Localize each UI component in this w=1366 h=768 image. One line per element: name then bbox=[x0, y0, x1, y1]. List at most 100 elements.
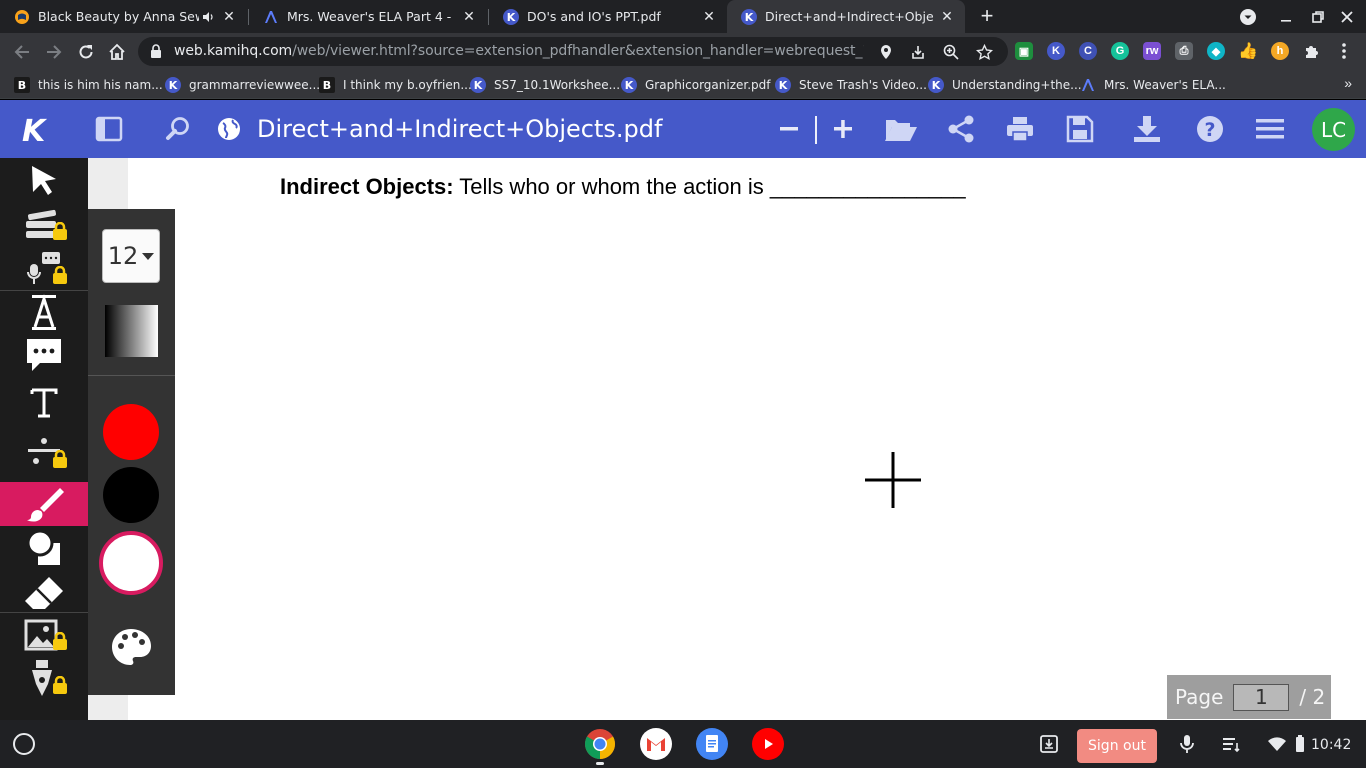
tab-mrs-weaver-ela[interactable]: Mrs. Weaver's ELA Part 4 - Activi ✕ bbox=[249, 0, 487, 33]
back-arrow-icon[interactable] bbox=[9, 39, 35, 65]
tab-title: DO's and IO's PPT.pdf bbox=[527, 9, 661, 24]
pdf-page[interactable] bbox=[128, 158, 1366, 720]
close-tab-icon[interactable]: ✕ bbox=[939, 9, 955, 25]
tab-title: Direct+and+Indirect+Objects.pdf bbox=[765, 9, 933, 24]
launcher-circle-icon[interactable] bbox=[13, 733, 35, 755]
docs-icon[interactable] bbox=[696, 728, 728, 760]
install-app-icon[interactable] bbox=[908, 42, 928, 62]
read-write-icon[interactable]: rw bbox=[1143, 42, 1161, 60]
bookmark-label: Mrs. Weaver's ELA... bbox=[1104, 78, 1226, 92]
equation-tool[interactable] bbox=[0, 430, 88, 474]
bookmark-item[interactable]: K Steve Trash's Video... bbox=[775, 75, 927, 95]
zoom-out-icon[interactable] bbox=[771, 111, 807, 147]
wifi-icon[interactable] bbox=[1265, 732, 1289, 756]
chrome-menu-icon[interactable] bbox=[1335, 42, 1353, 60]
bookmark-star-icon[interactable] bbox=[974, 42, 994, 62]
save-icon[interactable] bbox=[1062, 111, 1098, 147]
kami-header: K Direct+and+Indirect+Objects.pdf ? LC bbox=[0, 100, 1366, 158]
opacity-gradient-slider[interactable] bbox=[105, 305, 158, 357]
tab-dos-and-ios[interactable]: K DO's and IO's PPT.pdf ✕ bbox=[489, 0, 727, 33]
close-tab-icon[interactable]: ✕ bbox=[701, 9, 717, 25]
thumbs-up-icon[interactable]: 👍 bbox=[1238, 42, 1258, 60]
classroom-a-icon bbox=[1080, 77, 1096, 93]
grammarly-icon[interactable]: G bbox=[1111, 42, 1129, 60]
bookmark-item[interactable]: K grammarreviewwee... bbox=[165, 75, 320, 95]
c-extension-icon[interactable]: C bbox=[1079, 42, 1097, 60]
color-swatch-black[interactable] bbox=[103, 467, 159, 523]
forward-arrow-icon[interactable] bbox=[41, 39, 67, 65]
download-icon[interactable] bbox=[1129, 111, 1165, 147]
tab-black-beauty[interactable]: Black Beauty by Anna Sewel ✕ bbox=[0, 0, 247, 33]
restore-icon[interactable] bbox=[1308, 7, 1328, 27]
shapes-tool[interactable] bbox=[0, 526, 88, 570]
chrome-icon[interactable] bbox=[584, 728, 616, 760]
printer-extension-icon[interactable]: ⎙ bbox=[1175, 42, 1193, 60]
kami-k-icon[interactable]: K bbox=[1047, 42, 1065, 60]
eraser-tool[interactable] bbox=[0, 570, 88, 614]
bookmarks-overflow-button[interactable]: » bbox=[1344, 75, 1352, 91]
stroke-size-dropdown[interactable]: 12 bbox=[102, 229, 160, 283]
page-number-input[interactable]: 1 bbox=[1233, 683, 1290, 711]
close-tab-icon[interactable]: ✕ bbox=[461, 9, 477, 25]
print-icon[interactable] bbox=[1002, 111, 1038, 147]
extensions-puzzle-icon[interactable] bbox=[1303, 42, 1321, 60]
comment-tool[interactable] bbox=[0, 332, 88, 376]
close-tab-icon[interactable]: ✕ bbox=[221, 9, 237, 25]
voice-comment-tool[interactable] bbox=[0, 246, 88, 290]
user-avatar[interactable]: LC bbox=[1312, 108, 1355, 151]
globe-icon[interactable] bbox=[211, 111, 247, 147]
lock-icon bbox=[53, 266, 67, 284]
new-tab-button[interactable]: + bbox=[975, 5, 999, 29]
text-highlight-tool[interactable] bbox=[0, 290, 88, 334]
kami-logo[interactable]: K bbox=[14, 111, 54, 147]
microphone-icon[interactable] bbox=[1175, 732, 1199, 756]
help-icon[interactable]: ? bbox=[1192, 111, 1228, 147]
close-window-icon[interactable] bbox=[1337, 7, 1357, 27]
vpn-shield-icon[interactable]: ◆ bbox=[1207, 42, 1225, 60]
bookmark-item[interactable]: K SS7_10.1Workshee... bbox=[470, 75, 620, 95]
drawing-tool[interactable] bbox=[0, 482, 88, 526]
color-swatch-red[interactable] bbox=[103, 404, 159, 460]
speaker-icon[interactable] bbox=[201, 10, 215, 24]
image-tool[interactable] bbox=[0, 612, 88, 656]
tab-direct-indirect-objects[interactable]: K Direct+and+Indirect+Objects.pdf ✕ bbox=[727, 0, 965, 33]
zoom-in-icon[interactable] bbox=[825, 111, 861, 147]
location-pin-icon[interactable] bbox=[876, 42, 896, 62]
bookmark-item[interactable]: K Understanding+the... bbox=[928, 75, 1082, 95]
youtube-icon[interactable] bbox=[752, 728, 784, 760]
document-title[interactable]: Direct+and+Indirect+Objects.pdf bbox=[257, 115, 662, 143]
search-icon[interactable] bbox=[160, 111, 196, 147]
address-bar[interactable]: web.kamihq.com/web/viewer.html?source=ex… bbox=[138, 37, 1008, 66]
signature-tool[interactable] bbox=[0, 656, 88, 700]
text-markup-tool[interactable] bbox=[0, 202, 88, 246]
google-classroom-icon[interactable]: ▣ bbox=[1015, 42, 1033, 60]
notifications-list-icon[interactable] bbox=[1219, 732, 1243, 756]
text-t-icon bbox=[30, 388, 58, 418]
browser-toolbar: web.kamihq.com/web/viewer.html?source=ex… bbox=[0, 33, 1366, 70]
home-icon[interactable] bbox=[104, 39, 130, 65]
share-icon[interactable] bbox=[943, 111, 979, 147]
color-swatch-white-selected[interactable] bbox=[99, 531, 163, 595]
select-tool[interactable] bbox=[0, 158, 88, 202]
color-palette-icon[interactable] bbox=[110, 627, 152, 667]
system-clock[interactable]: 10:42 bbox=[1311, 737, 1351, 753]
tab-search-icon[interactable] bbox=[1238, 7, 1258, 27]
honey-icon[interactable]: h bbox=[1271, 42, 1289, 60]
lock-icon[interactable] bbox=[150, 44, 162, 58]
sign-out-button[interactable]: Sign out bbox=[1077, 729, 1157, 763]
hamburger-menu-icon[interactable] bbox=[1252, 111, 1288, 147]
bookmark-item[interactable]: Mrs. Weaver's ELA... bbox=[1080, 75, 1226, 95]
holding-space-icon[interactable] bbox=[1037, 732, 1061, 756]
gmail-icon[interactable] bbox=[640, 728, 672, 760]
sidebar-toggle-icon[interactable] bbox=[91, 111, 127, 147]
bookmark-item[interactable]: B I think my b.oyfrien... bbox=[319, 75, 472, 95]
reload-icon[interactable] bbox=[73, 39, 99, 65]
battery-icon[interactable] bbox=[1288, 732, 1312, 756]
bookmark-item[interactable]: K Graphicorganizer.pdf bbox=[621, 75, 771, 95]
document-text-line: Indirect Objects: Tells who or whom the … bbox=[280, 174, 966, 200]
zoom-icon[interactable] bbox=[941, 42, 961, 62]
bookmark-item[interactable]: B this is him his nam... bbox=[14, 75, 163, 95]
text-box-tool[interactable] bbox=[0, 380, 88, 424]
minimize-icon[interactable] bbox=[1276, 7, 1296, 27]
open-folder-icon[interactable] bbox=[883, 111, 919, 147]
